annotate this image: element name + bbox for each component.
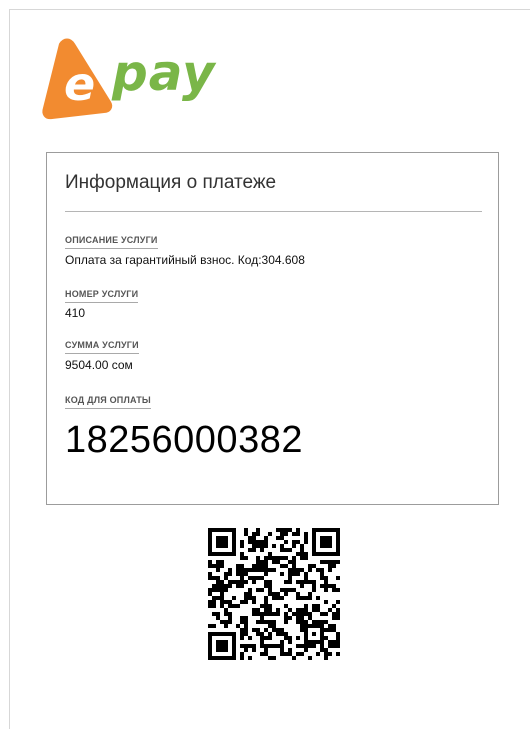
service-amount-label: СУММА УСЛУГИ [65, 339, 139, 354]
pay-code-label: КОД ДЛЯ ОПЛАТЫ [65, 394, 151, 409]
epay-logo: e pay [40, 36, 230, 120]
service-amount-value: 9504.00 сом [65, 358, 133, 372]
qr-code-graphic [208, 528, 340, 660]
logo-wordmark: pay [112, 44, 216, 102]
logo-letter-e: e [64, 57, 95, 111]
service-description-label: ОПИСАНИЕ УСЛУГИ [65, 234, 158, 249]
payment-info-title: Информация о платеже [65, 172, 277, 193]
service-number-label: НОМЕР УСЛУГИ [65, 288, 139, 303]
title-divider [65, 211, 482, 212]
service-number-value: 410 [65, 306, 86, 320]
qr-code-icon [208, 527, 340, 661]
service-description-value: Оплата за гарантийный взнос. Код:304.608 [65, 253, 305, 267]
payment-info-card: Информация о платеже ОПИСАНИЕ УСЛУГИ Опл… [46, 152, 499, 505]
pay-code-value: 18256000382 [65, 419, 303, 461]
